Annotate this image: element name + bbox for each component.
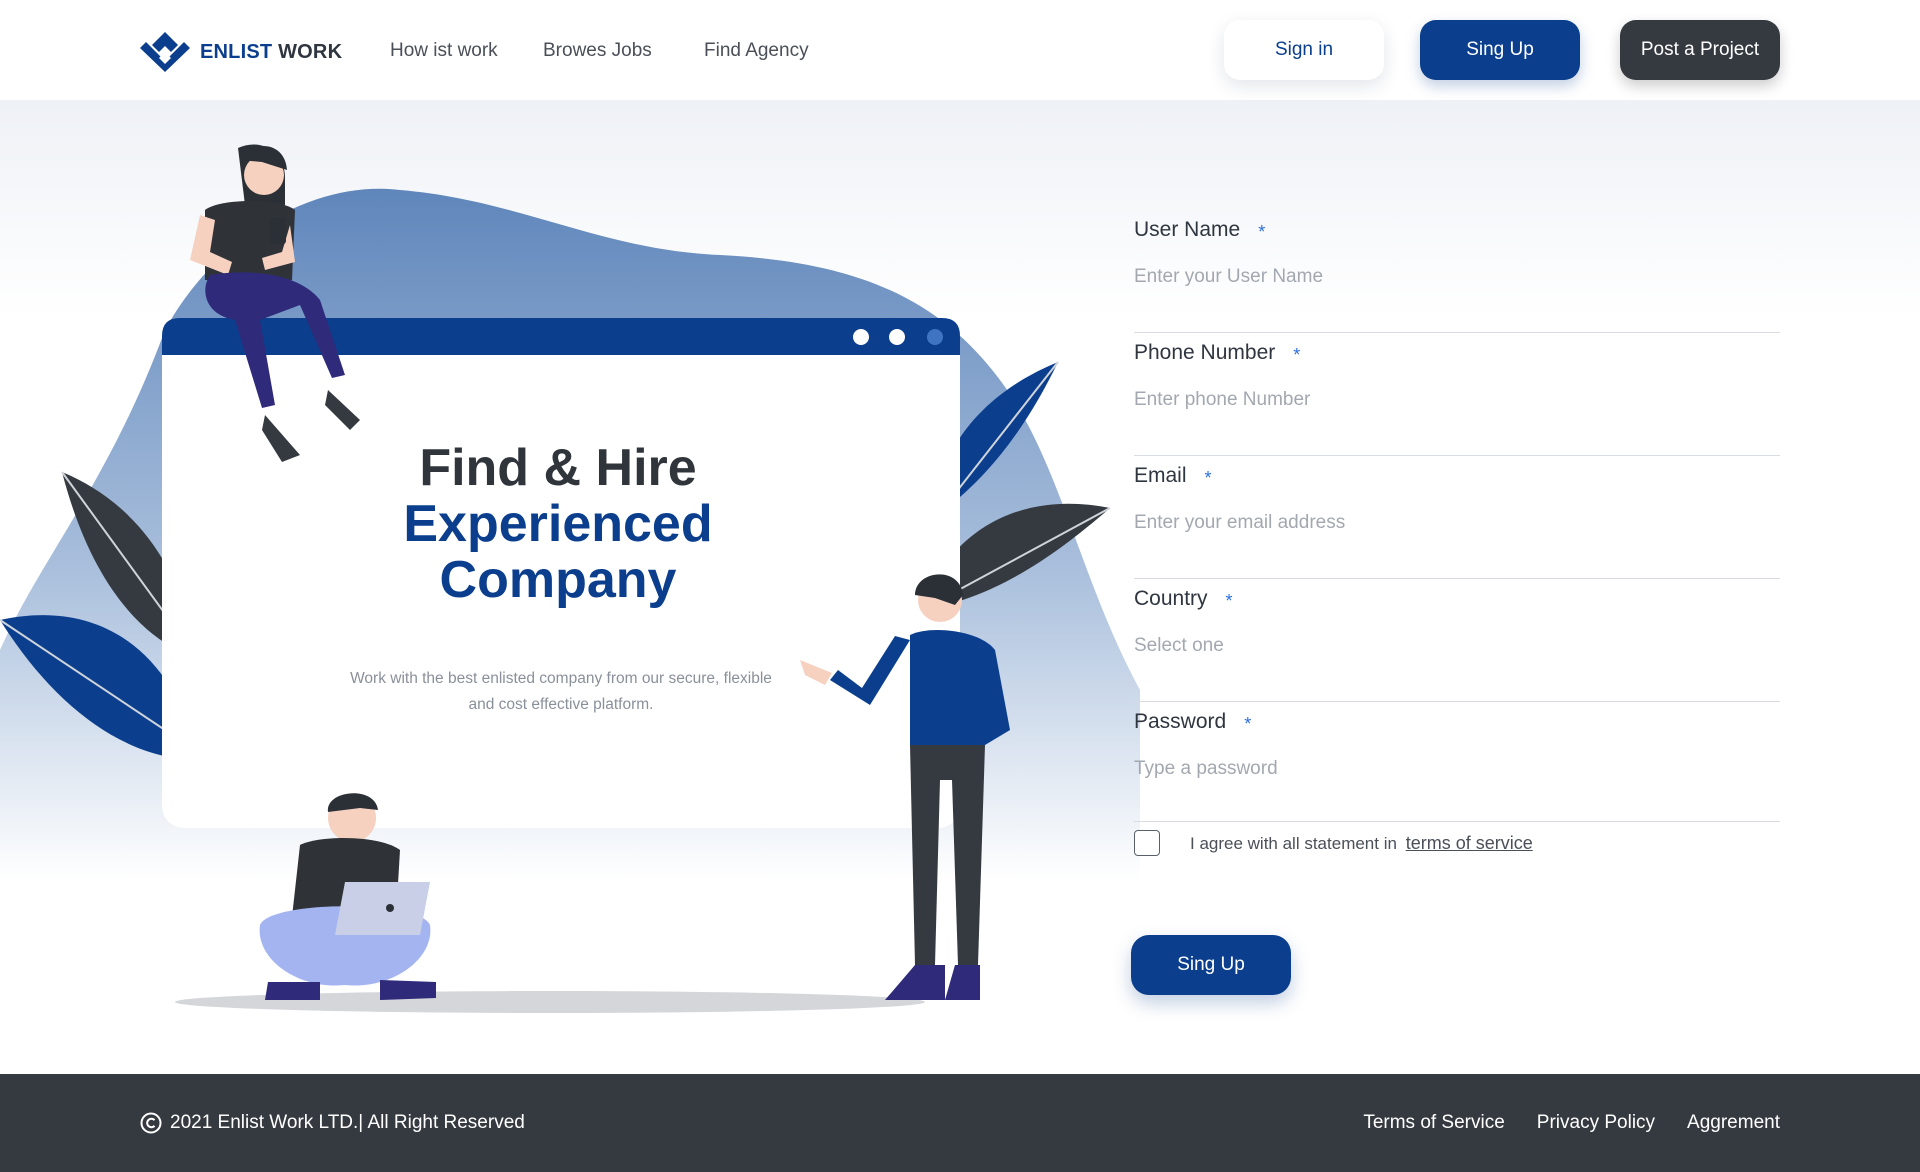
copyright-icon bbox=[140, 1112, 162, 1134]
required-mark: * bbox=[1258, 222, 1266, 242]
required-mark: * bbox=[1244, 714, 1252, 734]
terms-of-service-link[interactable]: terms of service bbox=[1406, 833, 1533, 853]
sign-up-submit-button[interactable]: Sing Up bbox=[1131, 935, 1291, 995]
footer: 2021 Enlist Work LTD.| All Right Reserve… bbox=[0, 1074, 1920, 1172]
copyright-text: 2021 Enlist Work LTD.| All Right Reserve… bbox=[170, 1112, 525, 1133]
brand-name-part2: WORK bbox=[278, 40, 343, 63]
email-field: Email * bbox=[1134, 456, 1780, 579]
hero-subtitle: Work with the best enlisted company from… bbox=[318, 666, 804, 718]
diamond-logo-icon bbox=[140, 32, 190, 72]
password-label: Password * bbox=[1134, 710, 1251, 735]
username-label: User Name * bbox=[1134, 218, 1265, 243]
brand-name-part1: ENLIST bbox=[200, 40, 273, 63]
signup-form: User Name * Phone Number * Email * Count… bbox=[1134, 210, 1780, 822]
terms-checkbox[interactable] bbox=[1134, 830, 1160, 856]
phone-label-text: Phone Number bbox=[1134, 341, 1276, 364]
post-project-button[interactable]: Post a Project bbox=[1620, 20, 1780, 80]
hero-subtitle-line2: and cost effective platform. bbox=[468, 696, 654, 713]
email-input[interactable] bbox=[1134, 512, 1780, 534]
country-field: Country * bbox=[1134, 579, 1780, 702]
nav-link-find-agency[interactable]: Find Agency bbox=[704, 40, 809, 62]
brand-logo[interactable]: ENLIST WORK bbox=[138, 30, 342, 74]
required-mark: * bbox=[1225, 591, 1233, 611]
email-label-text: Email bbox=[1134, 464, 1187, 487]
copyright: 2021 Enlist Work LTD.| All Right Reserve… bbox=[140, 1112, 525, 1134]
terms-text: I agree with all statement in terms of s… bbox=[1190, 833, 1533, 854]
agree-text: I agree with all statement in bbox=[1190, 833, 1397, 853]
required-mark: * bbox=[1293, 345, 1301, 365]
sign-in-button[interactable]: Sign in bbox=[1224, 20, 1384, 80]
country-select[interactable] bbox=[1134, 635, 1780, 657]
top-navbar: ENLIST WORK How ist work Browes Jobs Fin… bbox=[0, 0, 1920, 100]
password-field: Password * bbox=[1134, 702, 1780, 822]
terms-agreement: I agree with all statement in terms of s… bbox=[1134, 830, 1533, 856]
username-label-text: User Name bbox=[1134, 218, 1241, 241]
phone-input[interactable] bbox=[1134, 389, 1780, 411]
footer-link-privacy[interactable]: Privacy Policy bbox=[1537, 1112, 1655, 1134]
nav-link-browse-jobs[interactable]: Browes Jobs bbox=[543, 40, 652, 62]
footer-links: Terms of Service Privacy Policy Aggremen… bbox=[1363, 1112, 1780, 1134]
country-label-text: Country bbox=[1134, 587, 1208, 610]
password-label-text: Password bbox=[1134, 710, 1227, 733]
username-field: User Name * bbox=[1134, 210, 1780, 333]
nav-link-how-it-works[interactable]: How ist work bbox=[390, 40, 498, 62]
email-label: Email * bbox=[1134, 464, 1212, 489]
hero-title-line1: Find & Hire bbox=[419, 439, 697, 497]
password-input[interactable] bbox=[1134, 758, 1780, 780]
hero-subtitle-line1: Work with the best enlisted company from… bbox=[350, 670, 772, 687]
required-mark: * bbox=[1204, 468, 1212, 488]
sign-up-nav-button[interactable]: Sing Up bbox=[1420, 20, 1580, 80]
username-input[interactable] bbox=[1134, 266, 1780, 288]
footer-link-terms[interactable]: Terms of Service bbox=[1363, 1112, 1504, 1134]
phone-field: Phone Number * bbox=[1134, 333, 1780, 456]
brand-name: ENLIST WORK bbox=[200, 41, 342, 64]
phone-label: Phone Number * bbox=[1134, 341, 1300, 366]
hero-title-line3: Company bbox=[439, 551, 677, 609]
hero-title-line2: Experienced bbox=[403, 495, 713, 553]
country-label: Country * bbox=[1134, 587, 1233, 612]
hero-title: Find & Hire Experienced Company bbox=[350, 440, 766, 608]
footer-link-agreement[interactable]: Aggrement bbox=[1687, 1112, 1780, 1134]
